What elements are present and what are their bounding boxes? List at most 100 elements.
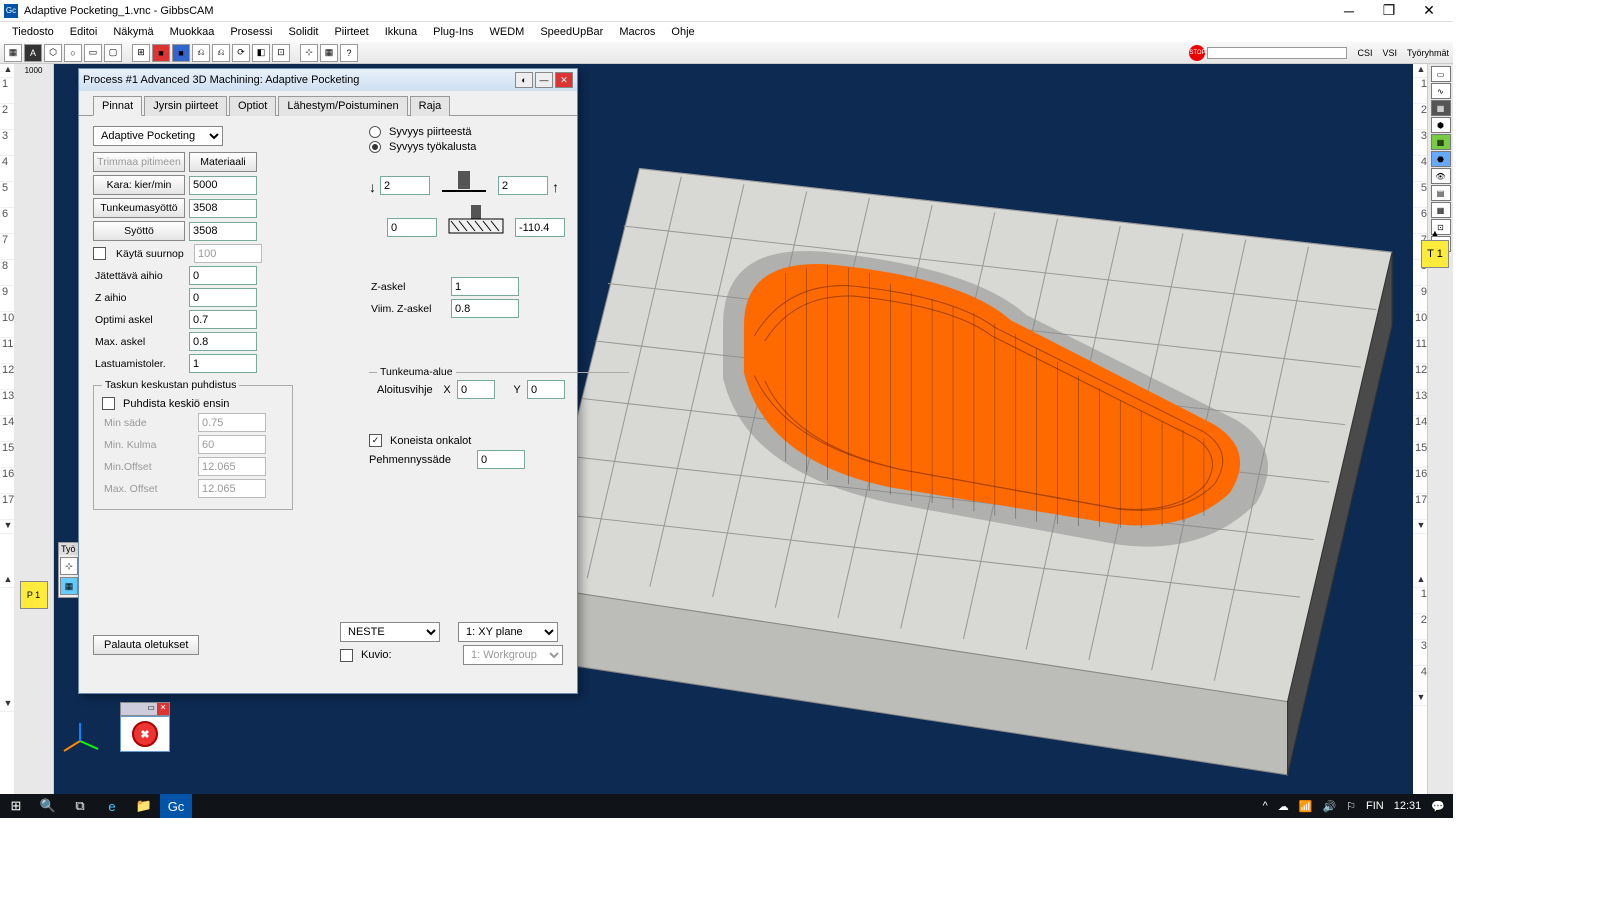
down-arrow-icon[interactable]: ▼ (1413, 520, 1427, 534)
kara-input[interactable] (189, 176, 257, 195)
explorer-icon[interactable]: 📁 (128, 794, 160, 818)
palette-close-icon[interactable]: ✕ (157, 703, 169, 715)
up-arrow-icon[interactable]: ▲ (0, 64, 14, 78)
notifications-icon[interactable]: 💬 (1431, 800, 1445, 813)
materiaali-button[interactable]: Materiaali (189, 152, 257, 172)
tool-icon[interactable]: ▦ (320, 44, 338, 62)
dialog-titlebar[interactable]: Process #1 Advanced 3D Machining: Adapti… (79, 69, 577, 91)
tool-icon[interactable]: A (24, 44, 42, 62)
menu-macros[interactable]: Macros (611, 24, 663, 40)
zaihio-input[interactable] (189, 288, 257, 307)
palette-restore-icon[interactable]: ▭ (145, 703, 157, 715)
tool-icon[interactable]: ⊹ (300, 44, 318, 62)
xyplane-select[interactable]: 1: XY plane (458, 622, 558, 642)
tab-pinnat[interactable]: Pinnat (93, 96, 142, 116)
vsi-label[interactable]: VSI (1382, 48, 1397, 58)
cloud-icon[interactable]: ☁ (1278, 800, 1289, 813)
aloitus-y-input[interactable] (527, 380, 565, 399)
process-tile-p1[interactable]: P 1 (20, 581, 48, 609)
syotto-input[interactable] (189, 222, 257, 241)
tool-icon[interactable]: ⎌ (192, 44, 210, 62)
error-palette[interactable]: ▭✕ ✖ (120, 702, 170, 752)
tab-raja[interactable]: Raja (410, 96, 451, 116)
pehmennys-input[interactable] (477, 450, 525, 469)
close-button[interactable]: ✕ (1409, 0, 1449, 22)
tyoryhmat-label[interactable]: Työryhmät (1407, 48, 1449, 58)
menu-piirteet[interactable]: Piirteet (326, 24, 376, 40)
edge-icon[interactable]: e (96, 794, 128, 818)
puhdista-checkbox[interactable] (102, 397, 115, 410)
menu-ikkuna[interactable]: Ikkuna (377, 24, 425, 40)
wifi-icon[interactable]: 📶 (1299, 800, 1313, 813)
tool-icon[interactable]: ⎌ (212, 44, 230, 62)
dialog-help-button[interactable]: ◐ (515, 72, 533, 88)
rail-icon[interactable]: ▦ (1431, 202, 1451, 218)
menu-nakyma[interactable]: Näkymä (105, 24, 161, 40)
optimi-input[interactable] (189, 310, 257, 329)
minimize-button[interactable]: ─ (1329, 0, 1369, 22)
tray-up-icon[interactable]: ^ (1263, 800, 1268, 812)
tool-icon[interactable]: ⊡ (272, 44, 290, 62)
rail-icon[interactable]: ▦ (1431, 134, 1451, 150)
tool-icon[interactable]: ▭ (84, 44, 102, 62)
max-askel-input[interactable] (189, 332, 257, 351)
syotto-button[interactable]: Syöttö (93, 221, 185, 241)
kara-button[interactable]: Kara: kier/min (93, 175, 185, 195)
rail-icon[interactable]: ▭ (1431, 66, 1451, 82)
rail-icon[interactable]: ⬣ (1431, 151, 1451, 167)
koneista-checkbox[interactable]: ✓ (369, 434, 382, 447)
depth-from-feature-radio[interactable] (369, 126, 381, 138)
kayta-suurnop-checkbox[interactable] (93, 247, 106, 260)
menu-muokkaa[interactable]: Muokkaa (162, 24, 223, 40)
menu-editoi[interactable]: Editoi (62, 24, 106, 40)
flag-icon[interactable]: ⚐ (1346, 800, 1356, 813)
trimmaa-button[interactable]: Trimmaa pitimeen (93, 152, 185, 172)
rail-icon[interactable]: ▦ (1431, 100, 1451, 116)
palauta-button[interactable]: Palauta oletukset (93, 635, 199, 655)
language-indicator[interactable]: FIN (1366, 800, 1384, 812)
menu-speedupbar[interactable]: SpeedUpBar (532, 24, 611, 40)
menu-tiedosto[interactable]: Tiedosto (4, 24, 62, 40)
help-icon[interactable]: ? (340, 44, 358, 62)
menu-wedm[interactable]: WEDM (482, 24, 533, 40)
tool-icon[interactable]: ■ (172, 44, 190, 62)
aloitus-x-input[interactable] (457, 380, 495, 399)
taskview-icon[interactable]: ⧉ (64, 794, 96, 818)
tool-icon[interactable]: ⬡ (44, 44, 62, 62)
down-arrow-icon[interactable]: ▼ (0, 698, 14, 712)
stop-icon[interactable]: STOP (1189, 45, 1205, 61)
tab-optiot[interactable]: Optiot (229, 96, 276, 116)
csi-label[interactable]: CSI (1357, 48, 1372, 58)
down-arrow-icon[interactable]: ▼ (0, 520, 14, 534)
tab-jyrsin[interactable]: Jyrsin piirteet (144, 96, 227, 116)
error-icon[interactable]: ✖ (132, 721, 158, 747)
tool-tile-t1[interactable]: T 1 (1421, 240, 1449, 268)
viimz-input[interactable] (451, 299, 519, 318)
rail-icon[interactable]: ⬢ (1431, 117, 1451, 133)
tool-icon[interactable]: ■ (152, 44, 170, 62)
rail-icon[interactable]: ▤ (1431, 185, 1451, 201)
menu-solidit[interactable]: Solidit (281, 24, 327, 40)
work-panel[interactable]: Työ ⊹ ▦ (58, 542, 80, 598)
tool-icon[interactable]: ○ (64, 44, 82, 62)
menu-prosessi[interactable]: Prosessi (222, 24, 280, 40)
up-arrow-icon[interactable]: ▲ (0, 574, 14, 588)
kuvio-checkbox[interactable] (340, 649, 353, 662)
down-arrow-icon[interactable]: ▼ (1413, 692, 1427, 706)
menu-ohje[interactable]: Ohje (663, 24, 702, 40)
depth-bottom-right-input[interactable] (515, 218, 565, 237)
tool-icon[interactable]: ▢ (104, 44, 122, 62)
tool-icon[interactable]: ⊞ (132, 44, 150, 62)
tool-icon[interactable]: ◧ (252, 44, 270, 62)
gibbscam-taskbar-icon[interactable]: Gc (160, 794, 192, 818)
rail-icon[interactable]: 👁 (1431, 168, 1451, 184)
tab-lahestym[interactable]: Lähestym/Poistuminen (278, 96, 407, 116)
tool-icon[interactable]: ⟳ (232, 44, 250, 62)
depth-top-down-input[interactable] (380, 176, 430, 195)
jatettava-input[interactable] (189, 266, 257, 285)
maximize-button[interactable]: ❐ (1369, 0, 1409, 22)
dialog-close-button[interactable]: ✕ (555, 72, 573, 88)
up-arrow-icon[interactable]: ▲ (1413, 574, 1427, 588)
depth-bottom-left-input[interactable] (387, 218, 437, 237)
work-panel-button[interactable]: ▦ (60, 577, 78, 595)
